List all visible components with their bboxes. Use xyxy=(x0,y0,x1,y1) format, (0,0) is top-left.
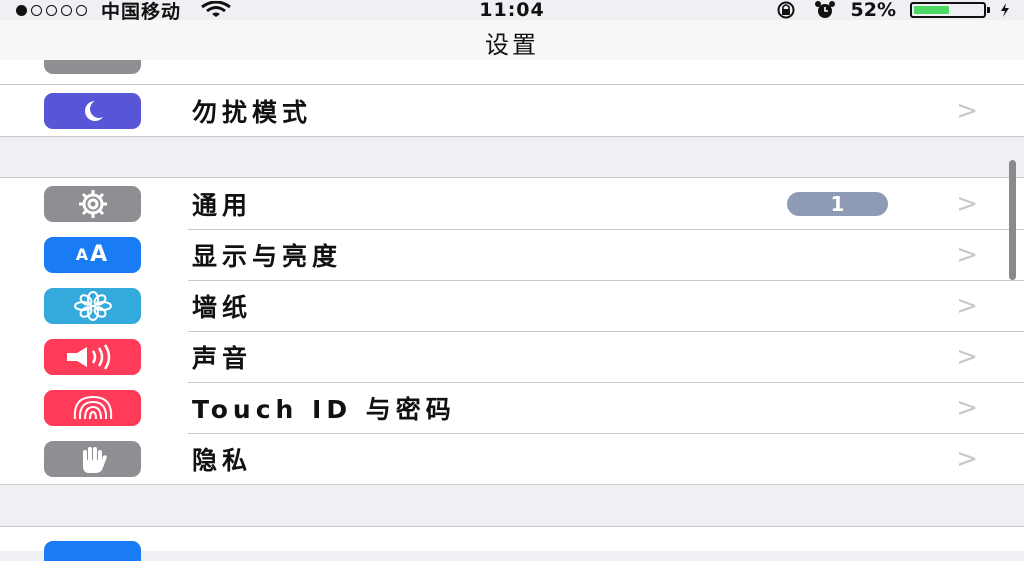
chevron-right-icon: > xyxy=(956,290,978,321)
row-label: 隐私 xyxy=(192,445,253,475)
battery-fill xyxy=(914,6,950,14)
status-bar: 中国移动 11:04 52% xyxy=(0,0,1024,23)
chevron-right-icon: > xyxy=(956,188,978,219)
row-label: Touch ID 与密码 xyxy=(192,394,456,424)
clipped-group xyxy=(0,60,1024,85)
settings-row-sounds[interactable]: 声音 > xyxy=(0,331,1024,382)
settings-row-wallpaper[interactable]: 墙纸 > xyxy=(0,280,1024,331)
speaker-icon xyxy=(44,338,141,375)
row-label: 墙纸 xyxy=(192,292,253,322)
page-title: 设置 xyxy=(485,31,539,59)
clipped-icon xyxy=(44,60,141,74)
moon-icon xyxy=(44,92,141,129)
chevron-right-icon: > xyxy=(956,95,978,126)
status-right: 52% xyxy=(773,0,1010,21)
charging-bolt-icon xyxy=(1001,3,1009,17)
settings-row-privacy[interactable]: 隐私 > xyxy=(0,433,1024,484)
battery-percent: 52% xyxy=(850,0,896,21)
battery-icon xyxy=(910,2,990,18)
text-size-icon: AA xyxy=(44,236,141,273)
row-label: 勿扰模式 xyxy=(192,97,313,127)
row-label: 通用 xyxy=(192,190,253,220)
settings-row-touch-id[interactable]: Touch ID 与密码 > xyxy=(0,382,1024,433)
fingerprint-icon xyxy=(44,389,141,426)
settings-group-icloud xyxy=(0,526,1024,561)
settings-group-main: 通用 1 > AA 显示与亮度 > 墙纸 > 声音 > Touch ID 与密码… xyxy=(0,177,1024,485)
alarm-icon xyxy=(814,1,835,18)
gear-icon xyxy=(44,185,141,222)
settings-group-dnd: 勿扰模式 > xyxy=(0,84,1024,137)
hand-icon xyxy=(44,440,141,477)
cloud-icon xyxy=(44,541,141,561)
chevron-right-icon: > xyxy=(956,392,978,423)
update-badge: 1 xyxy=(787,191,888,216)
settings-row-dnd[interactable]: 勿扰模式 > xyxy=(0,85,1024,136)
settings-row-display[interactable]: AA 显示与亮度 > xyxy=(0,229,1024,280)
chevron-right-icon: > xyxy=(956,341,978,372)
scrollbar[interactable] xyxy=(1009,160,1016,280)
row-label: 声音 xyxy=(192,343,253,373)
flower-icon xyxy=(44,287,141,324)
chevron-right-icon: > xyxy=(956,443,978,474)
chevron-right-icon: > xyxy=(956,239,978,270)
row-label: 显示与亮度 xyxy=(192,241,343,271)
settings-row-general[interactable]: 通用 1 > xyxy=(0,178,1024,229)
orientation-lock-icon xyxy=(777,1,795,19)
